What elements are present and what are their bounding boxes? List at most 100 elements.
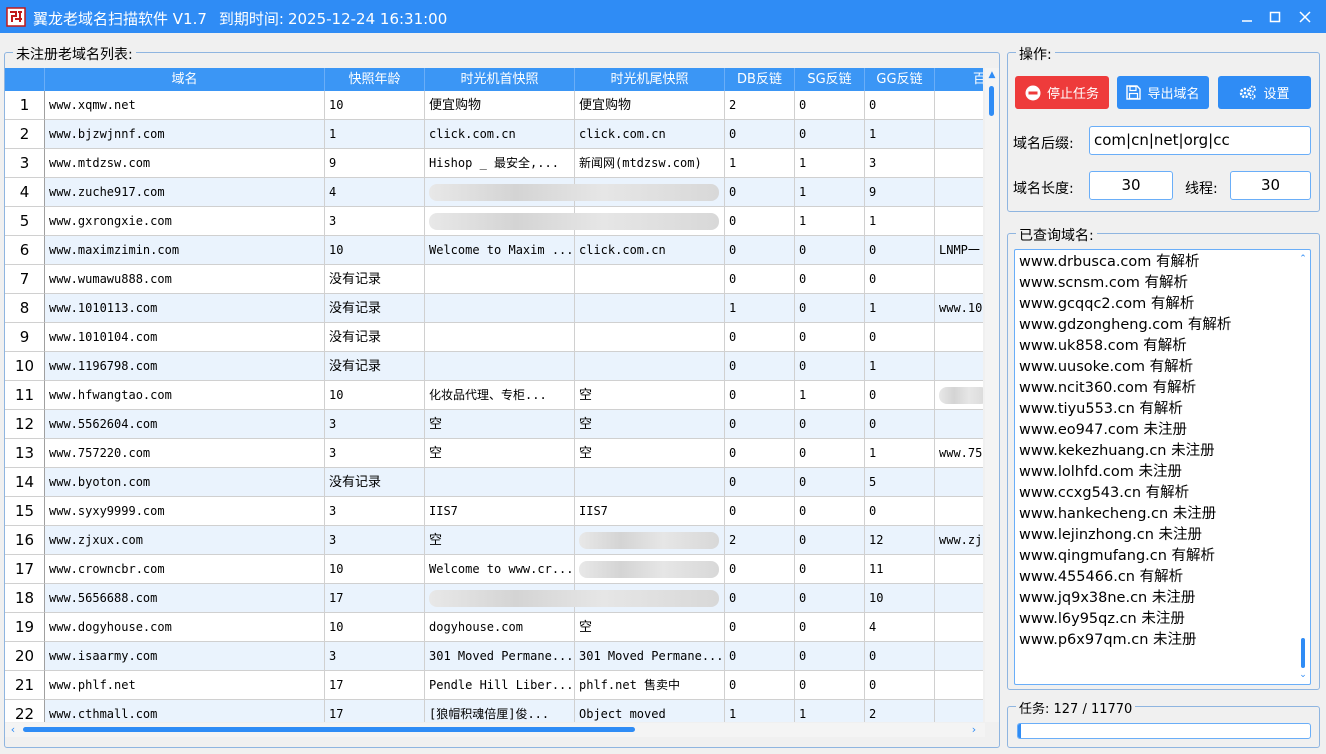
- maximize-button[interactable]: [1258, 0, 1292, 33]
- list-item[interactable]: www.tiyu553.cn 有解析: [1019, 399, 1183, 420]
- close-icon: [1299, 10, 1311, 23]
- cell-first-snapshot: IIS7: [425, 497, 575, 526]
- cell-db-backlinks: 0: [725, 555, 795, 584]
- list-item[interactable]: www.jq9x38ne.cn 未注册: [1019, 588, 1195, 609]
- list-item[interactable]: www.hankecheng.cn 未注册: [1019, 504, 1216, 525]
- settings-button[interactable]: 设置: [1218, 76, 1311, 109]
- header-baidu[interactable]: 百: [935, 68, 983, 91]
- cell-sg-backlinks: 1: [795, 178, 865, 207]
- cell-db-backlinks: 1: [725, 149, 795, 178]
- suffix-input[interactable]: com|cn|net|org|cc: [1089, 126, 1311, 155]
- header-first-snapshot[interactable]: 时光机首快照: [425, 68, 575, 91]
- cell-first-snapshot: Welcome to Maxim ...: [425, 236, 575, 265]
- cell-db-backlinks: 0: [725, 265, 795, 294]
- cell-snapshot-age: 10: [325, 613, 425, 642]
- header-snapshot-age[interactable]: 快照年龄: [325, 68, 425, 91]
- export-domains-button[interactable]: 导出域名: [1117, 76, 1209, 109]
- gears-icon: [1240, 85, 1257, 100]
- domain-grid[interactable]: 域名 快照年龄 时光机首快照 时光机尾快照 DB反链 SG反链 GG反链 百 1…: [5, 68, 983, 722]
- list-item[interactable]: www.eo947.com 未注册: [1019, 420, 1187, 441]
- list-scroll-thumb[interactable]: [1301, 638, 1305, 668]
- list-item[interactable]: www.uk858.com 有解析: [1019, 336, 1187, 357]
- table-row[interactable]: 17 www.crowncbr.com 10 Welcome to www.cr...…: [5, 555, 983, 584]
- scroll-left-icon[interactable]: ‹: [7, 724, 19, 736]
- grid-horizontal-scrollbar[interactable]: ‹ ›: [5, 723, 985, 737]
- list-item[interactable]: www.gcqqc2.com 有解析: [1019, 294, 1194, 315]
- table-row[interactable]: 13 www.757220.com 3 空空 0 0 1 www.75: [5, 439, 983, 468]
- list-item[interactable]: www.qingmufang.cn 有解析: [1019, 546, 1215, 567]
- cell-domain: www.maximzimin.com: [45, 236, 325, 265]
- list-item[interactable]: www.lolhfd.com 未注册: [1019, 462, 1182, 483]
- cell-first-snapshot: Pendle Hill Liber...: [425, 671, 575, 700]
- row-number: 16: [5, 526, 45, 555]
- list-item[interactable]: www.ncit360.com 有解析: [1019, 378, 1196, 399]
- header-db-backlinks[interactable]: DB反链: [725, 68, 795, 91]
- table-row[interactable]: 15 www.syxy9999.com 3 IIS7 IIS7 0 0 0: [5, 497, 983, 526]
- table-row[interactable]: 19 www.dogyhouse.com 10 dogyhouse.com 空 0 0 4: [5, 613, 983, 642]
- threads-input[interactable]: 30: [1230, 171, 1311, 200]
- table-row[interactable]: 11 www.hfwangtao.com 10 化妆品代理、专柜... 空 0 1 0: [5, 381, 983, 410]
- table-row[interactable]: 7 www.wumawu888.com 没有记录 0 0 0: [5, 265, 983, 294]
- table-row[interactable]: 3 www.mtdzsw.com 9 Hishop _ 最安全,... 新闻网(mtdz…: [5, 149, 983, 178]
- header-sg-backlinks[interactable]: SG反链: [795, 68, 865, 91]
- table-row[interactable]: 18 www.5656688.com 17 0 0 10: [5, 584, 983, 613]
- list-item[interactable]: www.ccxg543.cn 有解析: [1019, 483, 1189, 504]
- cell-sg-backlinks: 0: [795, 323, 865, 352]
- list-item[interactable]: www.scnsm.com 有解析: [1019, 273, 1188, 294]
- title-bar[interactable]: 翼龙老域名扫描软件 V1.7 到期时间: 2025-12-24 16:31:00: [0, 0, 1326, 33]
- list-item[interactable]: www.kekezhuang.cn 未注册: [1019, 441, 1215, 462]
- cell-sg-backlinks: 0: [795, 120, 865, 149]
- table-row[interactable]: 10 www.1196798.com 没有记录 0 0 1: [5, 352, 983, 381]
- cell-db-backlinks: 1: [725, 294, 795, 323]
- length-input[interactable]: 30: [1089, 171, 1173, 200]
- table-row[interactable]: 8 www.1010113.com 没有记录 1 0 1 www.10: [5, 294, 983, 323]
- cell-baidu: [935, 613, 983, 642]
- table-row[interactable]: 2 www.bjzwjnnf.com 1 click.com.cn click.com.…: [5, 120, 983, 149]
- table-row[interactable]: 6 www.maximzimin.com 10 Welcome to Maxim ..…: [5, 236, 983, 265]
- table-row[interactable]: 12 www.5562604.com 3 空空 0 0 0: [5, 410, 983, 439]
- list-scroll-up-icon[interactable]: ⌃: [1298, 254, 1308, 264]
- scroll-up-icon[interactable]: ▲: [987, 70, 997, 80]
- cell-baidu: [935, 410, 983, 439]
- list-item[interactable]: www.uusoke.com 有解析: [1019, 357, 1193, 378]
- table-row[interactable]: 14 www.byoton.com 没有记录 0 0 5: [5, 468, 983, 497]
- list-item[interactable]: www.l6y95qz.cn 未注册: [1019, 609, 1185, 630]
- redacted-text: [429, 184, 719, 201]
- row-number: 7: [5, 265, 45, 294]
- stop-task-button[interactable]: 停止任务: [1015, 76, 1109, 109]
- cell-gg-backlinks: 1: [865, 294, 935, 323]
- table-row[interactable]: 16 www.zjxux.com 3 空 2 0 12 www.zj: [5, 526, 983, 555]
- row-number: 5: [5, 207, 45, 236]
- scroll-right-icon[interactable]: ›: [968, 724, 980, 736]
- header-domain[interactable]: 域名: [45, 68, 325, 91]
- table-row[interactable]: 22 www.cthmall.com 17 [狼帽积魂倍厘]俊... Object mo…: [5, 700, 983, 722]
- grid-vertical-scrollbar[interactable]: ▲: [985, 68, 999, 722]
- suffix-label: 域名后缀:: [1013, 136, 1074, 152]
- list-item[interactable]: www.gdzongheng.com 有解析: [1019, 315, 1231, 336]
- header-last-snapshot[interactable]: 时光机尾快照: [575, 68, 725, 91]
- queried-domains-group: 已查询域名: www.drbusca.com 有解析 www.scnsm.com …: [1007, 225, 1320, 690]
- table-row[interactable]: 1 www.xqmw.net 10 便宜购物 便宜购物 2 0 0: [5, 91, 983, 120]
- table-row[interactable]: 21 www.phlf.net 17 Pendle Hill Liber... phlf…: [5, 671, 983, 700]
- cell-gg-backlinks: 2: [865, 700, 935, 722]
- list-item[interactable]: www.drbusca.com 有解析: [1019, 252, 1200, 273]
- cell-sg-backlinks: 0: [795, 497, 865, 526]
- list-item[interactable]: www.lejinzhong.cn 未注册: [1019, 525, 1202, 546]
- table-row[interactable]: 9 www.1010104.com 没有记录 0 0 0: [5, 323, 983, 352]
- close-button[interactable]: [1288, 0, 1322, 33]
- cell-baidu: [935, 700, 983, 722]
- row-number: 8: [5, 294, 45, 323]
- queried-domains-list[interactable]: www.drbusca.com 有解析 www.scnsm.com 有解析 www.…: [1014, 249, 1311, 685]
- list-scroll-down-icon[interactable]: ⌄: [1298, 670, 1308, 680]
- list-item[interactable]: www.455466.cn 有解析: [1019, 567, 1183, 588]
- table-row[interactable]: 20 www.isaarmy.com 3 301 Moved Permane... 30…: [5, 642, 983, 671]
- queried-list-scrollbar[interactable]: ⌃ ⌄: [1296, 250, 1310, 684]
- table-row[interactable]: 4 www.zuche917.com 4 0 1 9: [5, 178, 983, 207]
- header-gg-backlinks[interactable]: GG反链: [865, 68, 935, 91]
- row-number: 15: [5, 497, 45, 526]
- list-item[interactable]: www.p6x97qm.cn 未注册: [1019, 630, 1197, 651]
- table-row[interactable]: 5 www.gxrongxie.com 3 0 1 1: [5, 207, 983, 236]
- horizontal-scroll-thumb[interactable]: [23, 727, 635, 732]
- cell-first-snapshot: [425, 294, 575, 323]
- vertical-scroll-thumb[interactable]: [989, 86, 994, 116]
